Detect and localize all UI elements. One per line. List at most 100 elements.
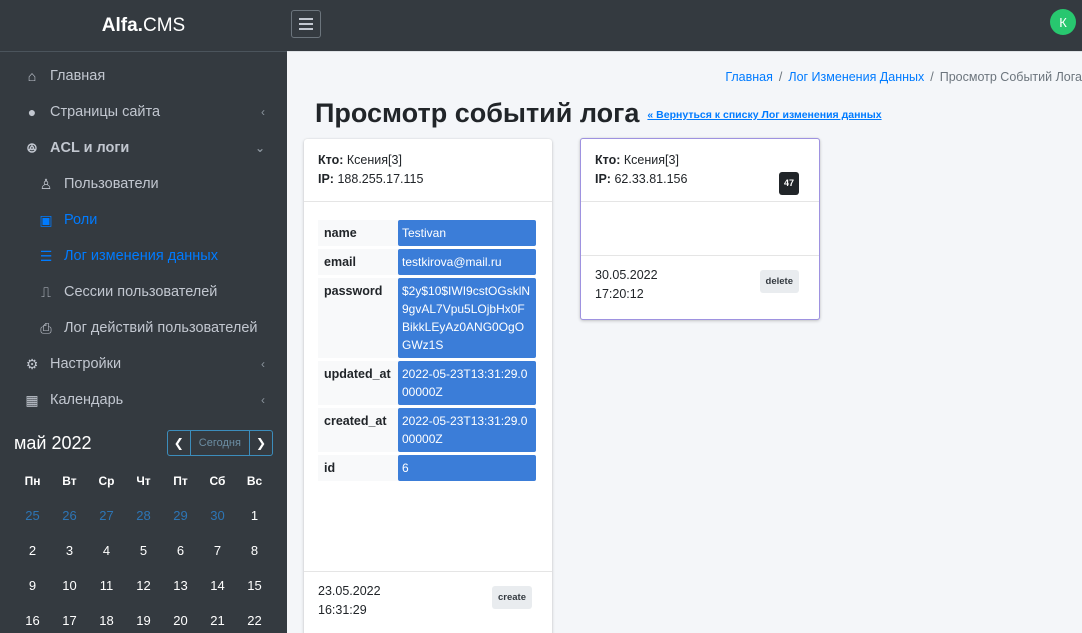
calendar-day[interactable]: 27 <box>88 498 125 533</box>
calendar-day[interactable]: 17 <box>51 603 88 633</box>
menu-toggle-button[interactable] <box>291 10 321 38</box>
calendar-day[interactable]: 30 <box>199 498 236 533</box>
event-author: Кто: Ксения[3] <box>318 151 538 170</box>
field-value: 2022-05-23T13:31:29.000000Z <box>398 408 536 452</box>
table-row: email testkirova@mail.ru <box>318 249 536 275</box>
hamburger-line <box>299 28 313 30</box>
breadcrumb-log-link[interactable]: Лог Изменения Данных <box>788 70 924 84</box>
calendar-day[interactable]: 5 <box>125 533 162 568</box>
field-key: password <box>318 278 398 358</box>
event-fields-table: name Testivan email testkirova@mail.ru p… <box>304 202 552 481</box>
weekday-label: Пн <box>24 474 41 488</box>
calendar-day[interactable]: 22 <box>236 603 273 633</box>
chevron-left-icon: ‹ <box>261 105 265 119</box>
table-row: password $2y$10$IWI9cstOGsklN9gvAL7Vpu5L… <box>318 278 536 358</box>
sidebar-item-pages[interactable]: ● Страницы сайта ‹ <box>0 94 287 130</box>
chevron-left-icon: ‹ <box>261 357 265 371</box>
sidebar-item-label: Календарь <box>50 392 124 408</box>
divider <box>304 571 552 572</box>
event-card-header: Кто: Ксения[3] IP: 188.255.17.115 <box>304 139 552 202</box>
globe-icon: ● <box>27 104 37 120</box>
calendar-prev-button[interactable]: ❮ <box>168 431 191 455</box>
breadcrumb-current: Просмотр Событий Лога <box>939 70 1082 84</box>
calendar-day[interactable]: 26 <box>51 498 88 533</box>
calendar-day[interactable]: 1 <box>236 498 273 533</box>
calendar-day[interactable]: 8 <box>236 533 273 568</box>
calendar-day[interactable]: 13 <box>162 568 199 603</box>
calendar-day[interactable]: 29 <box>162 498 199 533</box>
breadcrumb: Главная / Лог Изменения Данных / Просмотр Со… <box>725 70 1082 84</box>
event-timestamp: 23.05.2022 16:31:29 create <box>304 582 552 620</box>
weekday-label: Пт <box>173 474 188 488</box>
calendar-day[interactable]: 16 <box>14 603 51 633</box>
calendar-day[interactable]: 7 <box>199 533 236 568</box>
calendar-nav: ❮ Сегодня ❯ <box>166 430 273 456</box>
calendar-day[interactable]: 6 <box>162 533 199 568</box>
sidebar-item-data-log[interactable]: ☰ Лог изменения данных <box>0 238 287 274</box>
sidebar: Alfa. CMS ⌂ Главная ● Страницы сайта ‹ ꔮ … <box>0 0 287 633</box>
event-ip: IP: 188.255.17.115 <box>318 170 538 189</box>
brand-normal: CMS <box>142 14 186 36</box>
calendar-day[interactable]: 3 <box>51 533 88 568</box>
calendar-icon: ▦ <box>25 391 39 408</box>
calendar-day[interactable]: 19 <box>125 603 162 633</box>
calendar-day[interactable]: 9 <box>14 568 51 603</box>
sidebar-item-label: Роли <box>64 212 98 228</box>
field-key: name <box>318 220 398 246</box>
action-badge: delete <box>759 270 799 293</box>
sidebar-item-settings[interactable]: ⚙ Настройки ‹ <box>0 346 287 382</box>
count-badge: 47 <box>778 172 799 195</box>
sidebar-item-action-log[interactable]: ⎙ Лог действий пользователей <box>0 310 287 346</box>
sidebar-item-label: Лог действий пользователей <box>64 320 258 336</box>
sidebar-item-home[interactable]: ⌂ Главная <box>0 58 287 94</box>
back-to-list-link[interactable]: « Вернуться к списку Лог изменения данны… <box>647 109 881 121</box>
lock-icon: ⎍ <box>41 283 51 300</box>
sidebar-item-roles[interactable]: ▣ Роли <box>0 202 287 238</box>
calendar-day[interactable]: 21 <box>199 603 236 633</box>
field-value: 2022-05-23T13:31:29.000000Z <box>398 361 536 405</box>
calendar-day[interactable]: 28 <box>125 498 162 533</box>
calendar-day[interactable]: 4 <box>88 533 125 568</box>
sidebar-item-label: Настройки <box>50 356 122 372</box>
event-card: Кто: Ксения[3] IP: 62.33.81.156 47 30.05… <box>580 138 820 320</box>
author-label: Кто: <box>595 153 621 167</box>
field-key: updated_at <box>318 361 398 405</box>
calendar-day[interactable]: 15 <box>236 568 273 603</box>
settings-icon: ⚙ <box>25 355 39 372</box>
table-row: name Testivan <box>318 220 536 246</box>
calendar-day[interactable]: 10 <box>51 568 88 603</box>
calendar-today-button[interactable]: Сегодня <box>191 431 250 455</box>
page-title: Просмотр событий лога « Вернуться к списк… <box>315 98 882 129</box>
calendar-day[interactable]: 20 <box>162 603 199 633</box>
calendar-day[interactable]: 18 <box>88 603 125 633</box>
sidebar-item-users[interactable]: ♙ Пользователи <box>0 166 287 202</box>
sidebar-item-sessions[interactable]: ⎍ Сессии пользователей <box>0 274 287 310</box>
divider <box>581 255 819 256</box>
user-avatar[interactable]: К <box>1050 9 1076 35</box>
calendar-day[interactable]: 12 <box>125 568 162 603</box>
calendar-month-title: май 2022 <box>14 432 92 453</box>
breadcrumb-separator: / <box>930 70 934 84</box>
calendar-day[interactable]: 25 <box>14 498 51 533</box>
sidebar-item-label: Страницы сайта <box>50 104 161 120</box>
calendar-next-button[interactable]: ❯ <box>250 431 272 455</box>
ip-value: 188.255.17.115 <box>337 172 424 186</box>
sidebar-item-calendar[interactable]: ▦ Календарь ‹ <box>0 382 287 418</box>
id-card-icon: ▣ <box>39 211 53 228</box>
calendar-day[interactable]: 2 <box>14 533 51 568</box>
calendar-widget: май 2022 ❮ Сегодня ❯ Пн Вт Ср Чт Пт Сб В… <box>0 422 287 633</box>
event-ip: IP: 62.33.81.156 <box>595 170 805 189</box>
weekday-label: Вс <box>246 474 263 488</box>
calendar-day[interactable]: 14 <box>199 568 236 603</box>
calendar-day[interactable]: 11 <box>88 568 125 603</box>
ip-label: IP: <box>595 172 611 186</box>
brand-logo[interactable]: Alfa. CMS <box>0 0 287 52</box>
sidebar-item-acl[interactable]: ꔮ ACL и логи ⌄ <box>0 130 287 166</box>
weekday-label: Сб <box>209 474 226 488</box>
chevron-left-icon: ‹ <box>261 393 265 407</box>
hamburger-line <box>299 18 313 20</box>
weekday-label: Чт <box>136 474 151 488</box>
event-author: Кто: Ксения[3] <box>595 151 805 170</box>
breadcrumb-home-link[interactable]: Главная <box>725 70 773 84</box>
sidebar-item-label: Главная <box>50 68 106 84</box>
